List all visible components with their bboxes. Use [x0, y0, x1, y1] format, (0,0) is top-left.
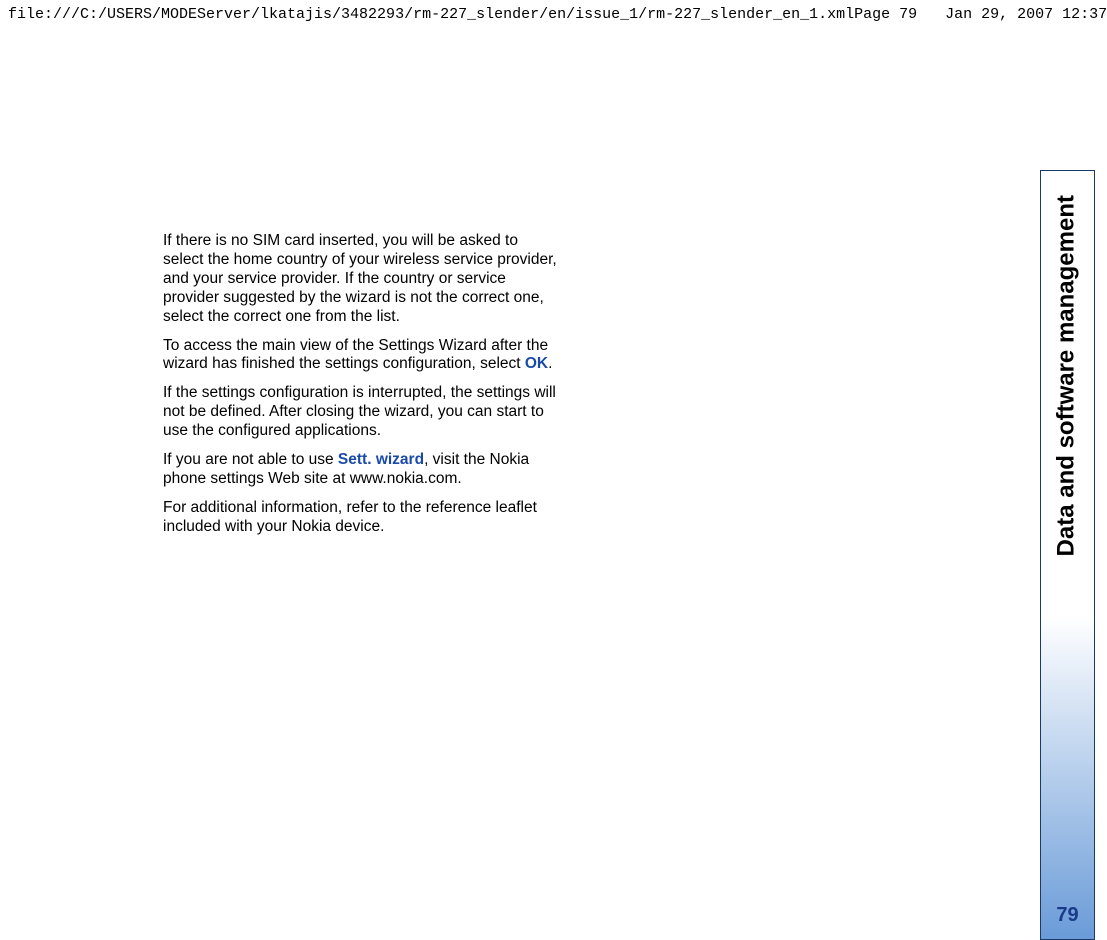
document-page: If there is no SIM card inserted, you wi…	[0, 32, 1107, 940]
body-text-column: If there is no SIM card inserted, you wi…	[163, 232, 558, 547]
section-title: Data and software management	[1052, 195, 1080, 556]
page-number: 79	[1041, 904, 1094, 927]
paragraph: If you are not able to use Sett. wizard,…	[163, 451, 558, 489]
section-sidebar: Data and software management 79	[1040, 170, 1095, 940]
header-timestamp: Jan 29, 2007 12:37:36 PM	[945, 6, 1107, 23]
header-page-label: Page 79	[854, 6, 917, 23]
header-filepath: file:///C:/USERS/MODEServer/lkatajis/348…	[8, 6, 854, 23]
paragraph: To access the main view of the Settings …	[163, 337, 558, 375]
text-run: If you are not able to use	[163, 451, 338, 468]
paragraph: If the settings configuration is interru…	[163, 384, 558, 441]
text-run: To access the main view of the Settings …	[163, 337, 548, 373]
sett-wizard-reference: Sett. wizard	[338, 451, 424, 468]
paragraph: If there is no SIM card inserted, you wi…	[163, 232, 558, 327]
paragraph: For additional information, refer to the…	[163, 499, 558, 537]
header-right-group: Page 79 Jan 29, 2007 12:37:36 PM	[854, 6, 1107, 23]
print-header: file:///C:/USERS/MODEServer/lkatajis/348…	[0, 6, 1107, 23]
ok-reference: OK	[525, 355, 548, 372]
text-run: .	[548, 355, 552, 372]
